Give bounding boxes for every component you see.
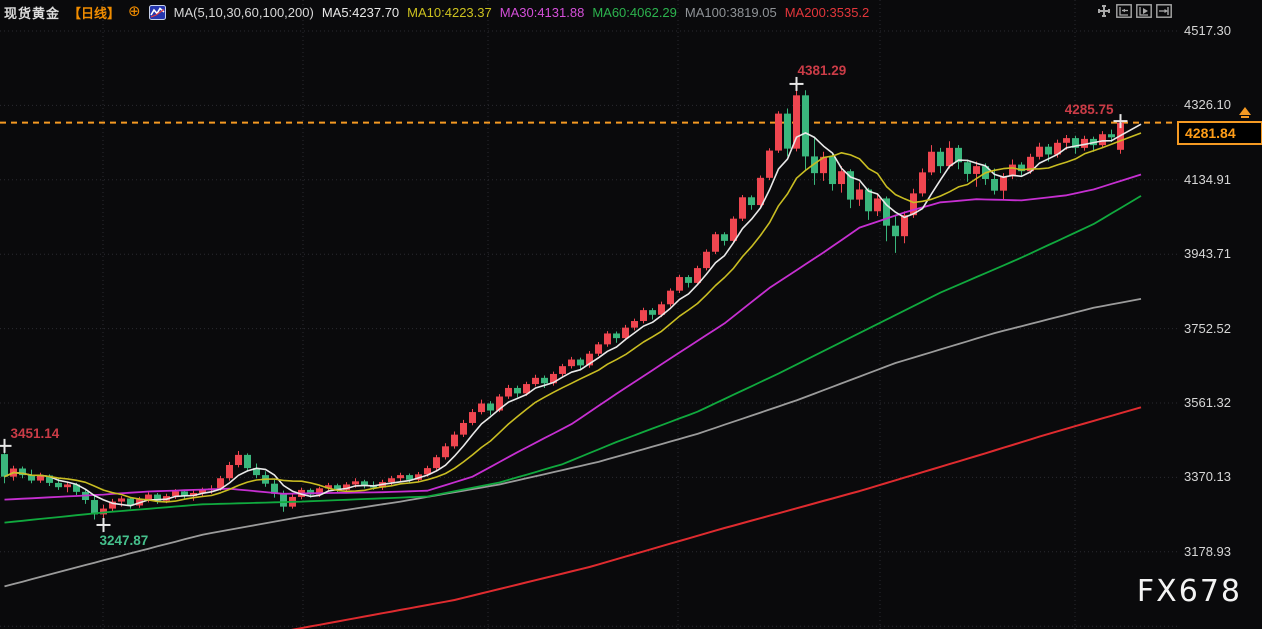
ma-group-label: MA(5,10,30,60,100,200) [174,5,314,20]
price-annotation: 4381.29 [798,63,847,78]
ma-line-ma100 [5,299,1142,587]
ma-lines [5,124,1142,629]
ma200-value-label: MA200:3535.2 [785,5,870,20]
ma30-value-label: MA30:4131.88 [500,5,585,20]
ma60-value-label: MA60:4062.29 [592,5,677,20]
chart-window: 3451.14 3247.87 4381.29 4285.75 现货黄金【日线】 ⊕ … [0,0,1262,629]
ma-line-ma200 [5,407,1142,629]
ma10-value-label: MA10:4223.37 [407,5,492,20]
axis-scale-left-icon [1116,4,1132,18]
price-up-arrow-icon [1239,107,1251,118]
price-axis-label: 3370.13 [1184,469,1231,484]
price-annotation: 3247.87 [100,533,149,548]
crosshair-icon [1096,4,1112,18]
price-axis-label: 3178.93 [1184,544,1231,559]
ma-line-ma10 [5,133,1142,502]
symbol-title: 现货黄金 [4,3,60,22]
chart-type-icon[interactable] [149,5,166,20]
gridlines [0,0,1180,629]
price-annotation: 3451.14 [11,426,60,441]
price-annotation: 4285.75 [1065,102,1114,117]
axis-scale-button[interactable] [1116,4,1132,18]
watermark: FX678 [1137,574,1242,609]
annotations: 3451.14 3247.87 4381.29 4285.75 [0,63,1128,548]
chart-header: 现货黄金【日线】 ⊕ MA(5,10,30,60,100,200) MA5:42… [4,3,869,21]
price-axis-label: 3752.52 [1184,321,1231,336]
go-to-latest-button[interactable] [1156,4,1172,18]
play-icon [1136,4,1152,18]
price-axis-label: 3943.71 [1184,246,1231,261]
price-axis-label: 4326.10 [1184,97,1231,112]
add-indicator-icon[interactable]: ⊕ [128,5,141,19]
arrow-to-right-icon [1156,4,1172,18]
current-price-box: 4281.84 [1177,121,1262,145]
price-axis-label: 3561.32 [1184,395,1231,410]
ma5-value-label: MA5:4237.70 [322,5,399,20]
ma-line-ma60 [5,196,1142,523]
price-axis-label: 4517.30 [1184,23,1231,38]
crosshair-tool-button[interactable] [1096,4,1112,18]
ma100-value-label: MA100:3819.05 [685,5,777,20]
playback-button[interactable] [1136,4,1152,18]
chart-toolbar [1096,4,1172,18]
price-axis-label: 4134.91 [1184,172,1231,187]
period-label: 【日线】 [68,3,120,22]
ma-line-ma5 [5,124,1142,506]
candles [1,84,1124,525]
ma-line-ma30 [5,175,1142,500]
candlestick-chart[interactable]: 3451.14 3247.87 4381.29 4285.75 [0,0,1262,629]
